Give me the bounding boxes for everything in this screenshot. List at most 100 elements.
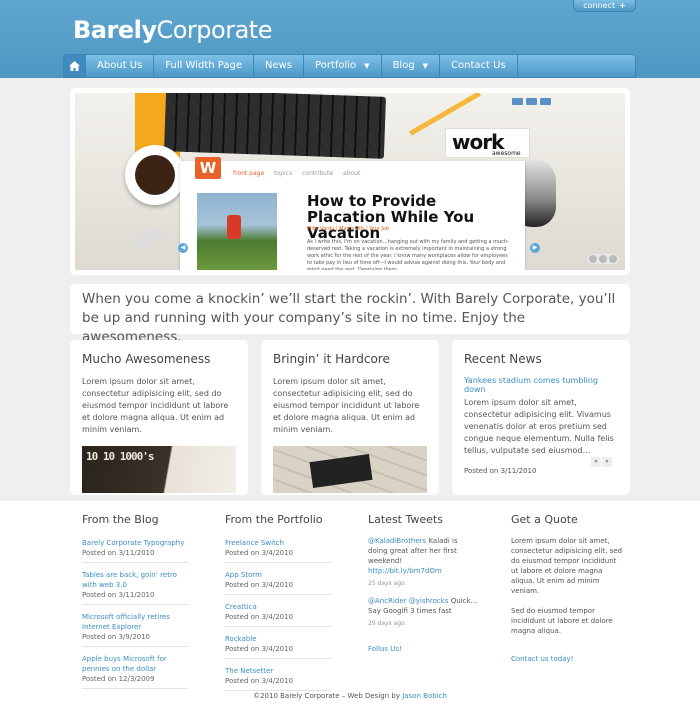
tweet-user-link[interactable]: @yishrocks xyxy=(409,597,449,605)
nav-item-full-width-page[interactable]: Full Width Page xyxy=(154,55,254,77)
nav-item-contact-us[interactable]: Contact Us xyxy=(440,55,518,77)
logo-bold: Barely xyxy=(73,16,157,44)
list-item: Apple buys Microsoft for pennies on the … xyxy=(82,652,188,689)
social-icons xyxy=(512,98,551,105)
connect-button[interactable]: connect + xyxy=(573,0,636,12)
connect-label: connect xyxy=(583,1,616,10)
list-item: App Storm Posted on 3/4/2010 xyxy=(225,568,331,595)
news-posted-date: Posted on 3/11/2010 xyxy=(464,467,537,475)
list-item: Freelance Switch Posted on 3/4/2010 xyxy=(225,536,331,563)
contact-us-link[interactable]: Contact us today! xyxy=(511,655,573,663)
golfer-image xyxy=(197,193,277,270)
slide-dot[interactable] xyxy=(609,255,617,263)
prev-news-button[interactable]: « xyxy=(591,457,601,467)
slide-tab: topics xyxy=(274,170,293,177)
slide-image[interactable]: work awesome W front page topics contrib… xyxy=(75,93,625,270)
post-date: Posted on 3/4/2010 xyxy=(225,581,294,589)
box-thumbnail[interactable]: 10 10 1000's xyxy=(82,446,236,493)
portfolio-link[interactable]: Freelance Switch xyxy=(225,538,331,548)
follow-us-link[interactable]: Follus Us! xyxy=(368,645,402,653)
home-icon xyxy=(69,61,80,71)
box-thumbnail[interactable] xyxy=(273,446,427,493)
tweet-user-link[interactable]: @AncRider xyxy=(368,597,407,605)
nav-item-blog[interactable]: Blog ▼ xyxy=(382,55,441,77)
blog-post-link[interactable]: Microsoft officially retires Internet Ex… xyxy=(82,612,188,632)
tweet-url-link[interactable]: http://bit.ly/bm7dOm xyxy=(368,567,442,575)
nav-label: Blog xyxy=(392,60,415,71)
thumb-text: 10 10 1000's xyxy=(86,450,154,463)
slide-tab: about xyxy=(343,170,361,177)
list-item: Rockable Posted on 3/4/2010 xyxy=(225,632,331,659)
blog-post-link[interactable]: Barely Corporate Typography xyxy=(82,538,188,548)
site-badge: W xyxy=(195,157,221,179)
slider-next-icon[interactable]: ▶ xyxy=(530,243,540,253)
usb-stick-decoration xyxy=(132,225,166,253)
golfer-figure xyxy=(227,215,241,239)
next-news-button[interactable]: » xyxy=(602,457,612,467)
portfolio-link[interactable]: Rockable xyxy=(225,634,331,644)
slide-article-body: As I write this, I'm on vacation…hanging… xyxy=(307,239,509,270)
list-item: Creattica Posted on 3/4/2010 xyxy=(225,600,331,627)
nav-label: Full Width Page xyxy=(165,60,242,71)
recent-news-box: Recent News Yankees stadium comes tumbli… xyxy=(452,340,630,495)
portfolio-link[interactable]: App Storm xyxy=(225,570,331,580)
slider-prev-icon[interactable]: ◀ xyxy=(178,243,188,253)
work-sub: awesome xyxy=(492,150,521,157)
author-link[interactable]: Jason Bobich xyxy=(402,692,447,700)
list-item: Tables are back, goin’ retro with web 3.… xyxy=(82,568,188,605)
copyright: ©2010 Barely Corporate – Web Design by J… xyxy=(0,692,700,700)
tweet-user-link[interactable]: @KaladiBrothers xyxy=(368,537,426,545)
twitter-icon xyxy=(512,98,523,105)
portfolio-link[interactable]: The Netsetter xyxy=(225,666,331,676)
plus-icon: + xyxy=(619,1,626,10)
box-title: Recent News xyxy=(464,352,542,366)
featured-slider: work awesome W front page topics contrib… xyxy=(70,88,630,275)
coffee-cup-decoration xyxy=(125,145,185,205)
list-item: Microsoft officially retires Internet Ex… xyxy=(82,610,188,647)
nav-item-portfolio[interactable]: Portfolio ▼ xyxy=(304,55,382,77)
post-date: Posted on 3/9/2010 xyxy=(82,633,151,641)
slider-pagination xyxy=(587,254,619,264)
footer-blog: From the Blog Barely Corporate Typograph… xyxy=(82,513,192,694)
blog-post-link[interactable]: Tables are back, goin’ retro with web 3.… xyxy=(82,570,188,590)
footer-heading: Get a Quote xyxy=(511,513,578,526)
nav-item-news[interactable]: News xyxy=(254,55,305,77)
home-button[interactable] xyxy=(64,55,86,77)
copyright-text: ©2010 Barely Corporate – Web Design by xyxy=(253,692,400,700)
slide-dot[interactable] xyxy=(589,255,597,263)
tweet-age: 25 days ago xyxy=(368,580,405,587)
list-item: Barely Corporate Typography Posted on 3/1… xyxy=(82,536,188,563)
keyboard-decoration xyxy=(163,93,387,159)
portfolio-link[interactable]: Creattica xyxy=(225,602,331,612)
dropdown-arrow-icon: ▼ xyxy=(364,62,370,70)
blog-post-link[interactable]: Apple buys Microsoft for pennies on the … xyxy=(82,654,188,674)
footer-heading: Latest Tweets xyxy=(368,513,443,526)
slide-article-meta: Mike Vardy | March 4th | Your Job xyxy=(307,226,390,232)
footer-heading: From the Blog xyxy=(82,513,159,526)
post-date: Posted on 3/11/2010 xyxy=(82,591,155,599)
work-awesome-logo: work awesome xyxy=(445,128,530,158)
nav-item-about-us[interactable]: About Us xyxy=(86,55,155,77)
list-item: The Netsetter Posted on 3/4/2010 xyxy=(225,664,331,691)
tweet: @KaladiBrothers Kaladi is doing great af… xyxy=(368,536,478,589)
news-headline-link[interactable]: Yankees stadium comes tumbling down xyxy=(464,376,618,394)
slide-article-title: How to Provide Placation While You Vacat… xyxy=(307,192,475,242)
dropdown-arrow-icon: ▼ xyxy=(422,62,429,70)
box-title: Mucho Awesomeness xyxy=(82,352,211,366)
post-date: Posted on 3/4/2010 xyxy=(225,645,294,653)
logo[interactable]: BarelyCorporate xyxy=(73,16,272,44)
tweet-age: 29 days ago xyxy=(368,620,405,627)
slide-tab: front page xyxy=(233,170,265,177)
feature-box-mucho: Mucho Awesomeness Lorem ipsum dolor sit … xyxy=(70,340,248,495)
box-text: Lorem ipsum dolor sit amet, consectetur … xyxy=(464,398,614,455)
tweet: @AncRider @yishrocks Quick… Say Googifi … xyxy=(368,596,478,629)
header: connect + BarelyCorporate About Us Full W… xyxy=(0,0,700,78)
post-date: Posted on 3/4/2010 xyxy=(225,549,294,557)
quote-text: Lorem ipsum dolor sit amet, consectetur … xyxy=(511,537,623,595)
box-text: Lorem ipsum dolor sit amet, consectetur … xyxy=(82,377,229,434)
footer-quote: Get a Quote Lorem ipsum dolor sit amet, … xyxy=(511,513,623,665)
intro-text: When you come a knockin’ we’ll start the… xyxy=(70,284,630,345)
card-decoration xyxy=(309,453,373,489)
quote-text: Sed do eiusmod tempor incididunt ut labo… xyxy=(511,607,613,635)
slide-dot[interactable] xyxy=(599,255,607,263)
